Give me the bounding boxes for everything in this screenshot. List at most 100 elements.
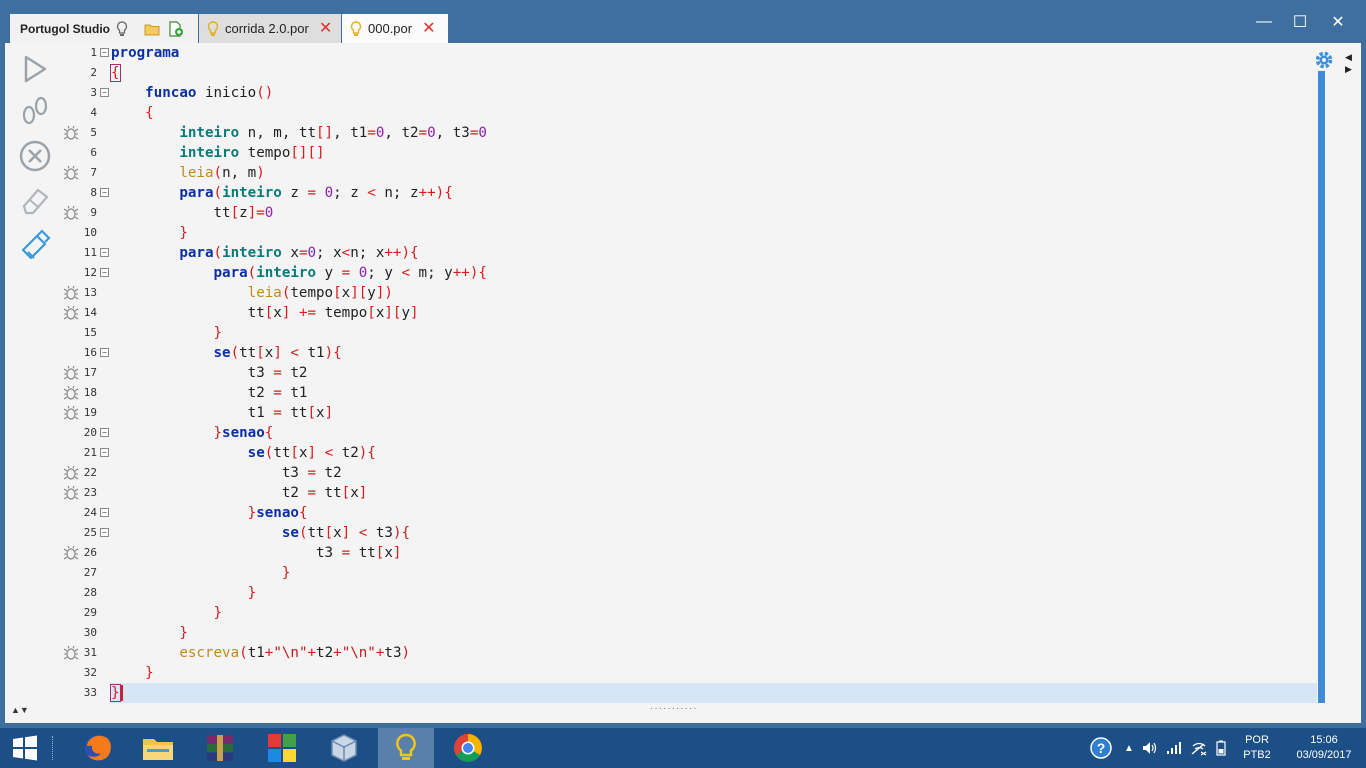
close-tab-icon[interactable]: ✕ bbox=[319, 20, 332, 37]
breakpoint-bug-icon[interactable] bbox=[63, 365, 79, 384]
code-line[interactable]: tt[x] += tempo[x][y] bbox=[111, 303, 1317, 323]
taskbar-file-explorer[interactable] bbox=[130, 728, 186, 768]
code-line[interactable]: se(tt[x] < t3){ bbox=[111, 523, 1317, 543]
gutter-row[interactable]: 21− bbox=[63, 443, 111, 463]
code-line[interactable]: } bbox=[111, 623, 1317, 643]
volume-button[interactable] bbox=[1142, 728, 1158, 768]
gutter-row[interactable]: 25− bbox=[63, 523, 111, 543]
code-line[interactable]: t2 = t1 bbox=[111, 383, 1317, 403]
panel-collapse-arrows[interactable]: ◀ ▶ bbox=[1345, 51, 1352, 75]
breakpoint-bug-icon[interactable] bbox=[63, 125, 79, 144]
tab-000[interactable]: 000.por ✕ bbox=[342, 14, 448, 43]
minimize-button[interactable]: — bbox=[1249, 10, 1279, 34]
code-line[interactable]: t3 = t2 bbox=[111, 363, 1317, 383]
code-line[interactable]: } bbox=[111, 563, 1317, 583]
code-line[interactable]: tt[z]=0 bbox=[111, 203, 1317, 223]
gutter-row[interactable]: 26 bbox=[63, 543, 111, 563]
stop-button[interactable] bbox=[15, 136, 55, 176]
gutter-row[interactable]: 1− bbox=[63, 43, 111, 63]
code-line[interactable]: para(inteiro z = 0; z < n; z++){ bbox=[111, 183, 1317, 203]
breakpoint-bug-icon[interactable] bbox=[63, 285, 79, 304]
gutter-row[interactable]: 33 bbox=[63, 683, 111, 703]
taskbar-portugol-studio[interactable] bbox=[378, 728, 434, 768]
taskbar-firefox[interactable] bbox=[70, 728, 126, 768]
code-line[interactable]: funcao inicio() bbox=[111, 83, 1317, 103]
gutter-row[interactable]: 18 bbox=[63, 383, 111, 403]
code-line[interactable]: se(tt[x] < t2){ bbox=[111, 443, 1317, 463]
show-hidden-icons-button[interactable]: ▲ bbox=[1124, 728, 1134, 768]
code-line[interactable]: } bbox=[111, 323, 1317, 343]
code-line[interactable]: } bbox=[111, 223, 1317, 243]
breakpoint-bug-icon[interactable] bbox=[63, 485, 79, 504]
tab-home[interactable]: Portugol Studio bbox=[10, 14, 198, 43]
battery-button[interactable] bbox=[1216, 728, 1226, 768]
taskbar-virtualbox[interactable] bbox=[316, 728, 372, 768]
fold-toggle-icon[interactable]: − bbox=[100, 248, 109, 257]
run-button[interactable] bbox=[15, 49, 55, 89]
taskbar-windows-store[interactable] bbox=[254, 728, 310, 768]
code-line[interactable]: escreva(t1+"\n"+t2+"\n"+t3) bbox=[111, 643, 1317, 663]
breakpoint-bug-icon[interactable] bbox=[63, 305, 79, 324]
taskbar-winrar[interactable] bbox=[192, 728, 248, 768]
gutter-row[interactable]: 13 bbox=[63, 283, 111, 303]
code-line[interactable]: t2 = tt[x] bbox=[111, 483, 1317, 503]
code-line[interactable]: }senao{ bbox=[111, 503, 1317, 523]
start-button[interactable] bbox=[0, 728, 50, 768]
code-line[interactable]: inteiro n, m, tt[], t1=0, t2=0, t3=0 bbox=[111, 123, 1317, 143]
gutter-row[interactable]: 28 bbox=[63, 583, 111, 603]
code-line[interactable]: para(inteiro x=0; x<n; x++){ bbox=[111, 243, 1317, 263]
tab-corrida[interactable]: corrida 2.0.por ✕ bbox=[199, 14, 341, 43]
breakpoint-bug-icon[interactable] bbox=[63, 545, 79, 564]
gutter-row[interactable]: 3− bbox=[63, 83, 111, 103]
code-line[interactable]: para(inteiro y = 0; y < m; y++){ bbox=[111, 263, 1317, 283]
code-line[interactable]: } bbox=[110, 683, 1317, 703]
breakpoint-bug-icon[interactable] bbox=[63, 465, 79, 484]
help-button[interactable]: ? bbox=[1090, 728, 1112, 768]
close-button[interactable]: ✕ bbox=[1323, 10, 1353, 34]
network-button[interactable] bbox=[1166, 728, 1182, 768]
gutter-row[interactable]: 4 bbox=[63, 103, 111, 123]
gutter-row[interactable]: 10 bbox=[63, 223, 111, 243]
code-line[interactable]: leia(n, m) bbox=[111, 163, 1317, 183]
input-language-button[interactable]: POR PTB2 bbox=[1238, 728, 1276, 768]
fold-toggle-icon[interactable]: − bbox=[100, 348, 109, 357]
fold-toggle-icon[interactable]: − bbox=[100, 428, 109, 437]
gutter-row[interactable]: 32 bbox=[63, 663, 111, 683]
folder-icon[interactable] bbox=[144, 22, 160, 36]
code-line[interactable]: } bbox=[111, 583, 1317, 603]
gutter-row[interactable]: 29 bbox=[63, 603, 111, 623]
code-line[interactable]: } bbox=[111, 663, 1317, 683]
maximize-button[interactable]: ☐ bbox=[1285, 10, 1315, 34]
no-network-button[interactable] bbox=[1190, 728, 1208, 768]
gutter-row[interactable]: 11− bbox=[63, 243, 111, 263]
breakpoint-bug-icon[interactable] bbox=[63, 405, 79, 424]
fold-toggle-icon[interactable]: − bbox=[100, 188, 109, 197]
code-line[interactable]: se(tt[x] < t1){ bbox=[111, 343, 1317, 363]
gutter-row[interactable]: 19 bbox=[63, 403, 111, 423]
gutter-row[interactable]: 8− bbox=[63, 183, 111, 203]
code-line[interactable]: { bbox=[110, 63, 1317, 83]
breakpoint-bug-icon[interactable] bbox=[63, 165, 79, 184]
breakpoint-bug-icon[interactable] bbox=[63, 385, 79, 404]
fold-toggle-icon[interactable]: − bbox=[100, 88, 109, 97]
gutter-row[interactable]: 5 bbox=[63, 123, 111, 143]
code-editor[interactable]: programa{ funcao inicio() { inteiro n, m… bbox=[110, 43, 1317, 703]
gutter-row[interactable]: 15 bbox=[63, 323, 111, 343]
gutter-row[interactable]: 12− bbox=[63, 263, 111, 283]
clock[interactable]: 15:06 03/09/2017 bbox=[1288, 728, 1360, 768]
gutter-row[interactable]: 17 bbox=[63, 363, 111, 383]
gutter-row[interactable]: 27 bbox=[63, 563, 111, 583]
gutter-row[interactable]: 9 bbox=[63, 203, 111, 223]
fold-toggle-icon[interactable]: − bbox=[100, 268, 109, 277]
edit-button[interactable] bbox=[15, 181, 55, 221]
gutter-row[interactable]: 16− bbox=[63, 343, 111, 363]
gutter-row[interactable]: 20− bbox=[63, 423, 111, 443]
code-line[interactable]: inteiro tempo[][] bbox=[111, 143, 1317, 163]
code-line[interactable]: t1 = tt[x] bbox=[111, 403, 1317, 423]
vertical-scrollbar[interactable] bbox=[1318, 71, 1325, 703]
code-line[interactable]: programa bbox=[111, 43, 1317, 63]
gutter-row[interactable]: 30 bbox=[63, 623, 111, 643]
gutter-row[interactable]: 23 bbox=[63, 483, 111, 503]
gutter-row[interactable]: 6 bbox=[63, 143, 111, 163]
fold-toggle-icon[interactable]: − bbox=[100, 448, 109, 457]
